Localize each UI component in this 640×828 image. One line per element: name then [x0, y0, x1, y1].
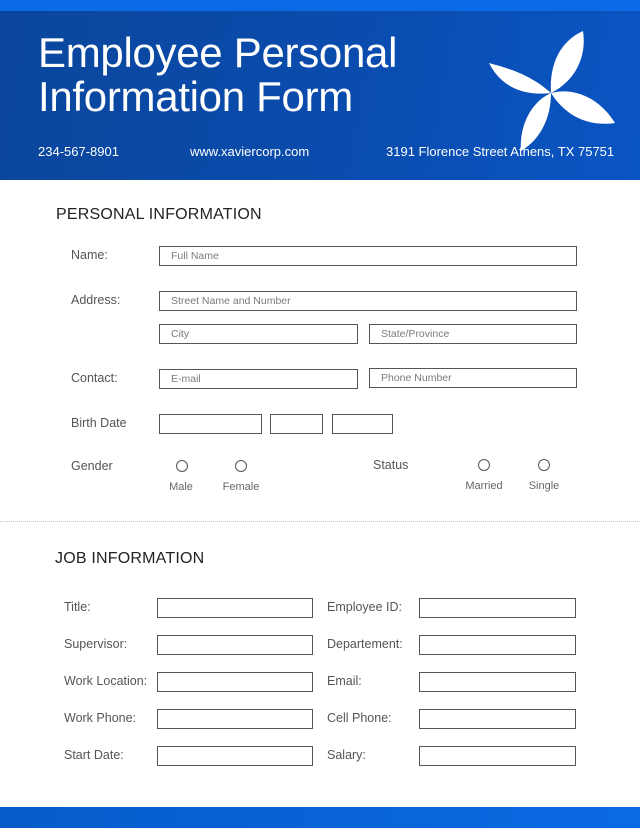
work-location-label: Work Location: — [64, 674, 148, 688]
gender-male-label: Male — [169, 481, 193, 493]
department-input[interactable] — [419, 635, 576, 655]
status-single-label: Single — [528, 480, 560, 492]
birth-date-field-2[interactable] — [270, 414, 323, 434]
address-label: Address: — [71, 293, 121, 307]
salary-label: Salary: — [327, 748, 366, 762]
birth-date-field-3[interactable] — [332, 414, 393, 434]
job-title-input[interactable] — [157, 598, 313, 618]
form-header: Employee Personal Information Form 234-5… — [0, 11, 640, 180]
job-email-input[interactable] — [419, 672, 576, 692]
state-province-input[interactable] — [369, 324, 577, 344]
phone-number-input[interactable] — [369, 368, 577, 388]
petal-top-right — [550, 31, 584, 93]
personal-section-title: PERSONAL INFORMATION — [56, 206, 262, 223]
title-line-2: Information Form — [38, 73, 353, 120]
petal-left — [489, 63, 551, 94]
supervisor-label: Supervisor: — [64, 637, 128, 651]
work-phone-label: Work Phone: — [64, 711, 137, 725]
job-title-label: Title: — [64, 600, 91, 614]
top-accent-stripe — [0, 0, 640, 11]
job-email-label: Email: — [327, 674, 362, 688]
status-married-radio[interactable] — [478, 459, 490, 471]
page-title: Employee Personal Information Form — [38, 31, 397, 119]
four-petal-flower-icon — [489, 31, 615, 151]
company-phone: 234-567-8901 — [38, 144, 119, 159]
city-input[interactable] — [159, 324, 358, 344]
start-date-label: Start Date: — [64, 748, 124, 762]
employee-id-input[interactable] — [419, 598, 576, 618]
gender-label: Gender — [71, 459, 113, 473]
street-input[interactable] — [159, 291, 577, 311]
petal-right — [551, 91, 615, 124]
email-input[interactable] — [159, 369, 358, 389]
section-divider — [0, 521, 640, 522]
title-line-1: Employee Personal — [38, 29, 398, 76]
name-label: Name: — [71, 248, 108, 262]
company-website[interactable]: www.xaviercorp.com — [190, 144, 309, 159]
birth-date-label: Birth Date — [71, 416, 127, 430]
full-name-input[interactable] — [159, 246, 577, 266]
start-date-input[interactable] — [157, 746, 313, 766]
status-single-radio[interactable] — [538, 459, 550, 471]
petal-bottom-left — [520, 93, 551, 151]
gender-female-label: Female — [222, 481, 260, 493]
department-label: Departement: — [327, 637, 403, 651]
footer-accent-stripe — [0, 807, 640, 828]
status-label: Status — [373, 458, 409, 472]
job-section-title: JOB INFORMATION — [55, 550, 205, 567]
cell-phone-label: Cell Phone: — [327, 711, 392, 725]
work-phone-input[interactable] — [157, 709, 313, 729]
birth-date-field-1[interactable] — [159, 414, 262, 434]
company-address: 3191 Florence Street Athens, TX 75751 — [386, 144, 615, 159]
contact-label: Contact: — [71, 371, 118, 385]
supervisor-input[interactable] — [157, 635, 313, 655]
status-married-label: Married — [465, 480, 503, 492]
work-location-input[interactable] — [157, 672, 313, 692]
gender-male-radio[interactable] — [176, 460, 188, 472]
gender-female-radio[interactable] — [235, 460, 247, 472]
employee-id-label: Employee ID: — [327, 600, 403, 614]
salary-input[interactable] — [419, 746, 576, 766]
cell-phone-input[interactable] — [419, 709, 576, 729]
